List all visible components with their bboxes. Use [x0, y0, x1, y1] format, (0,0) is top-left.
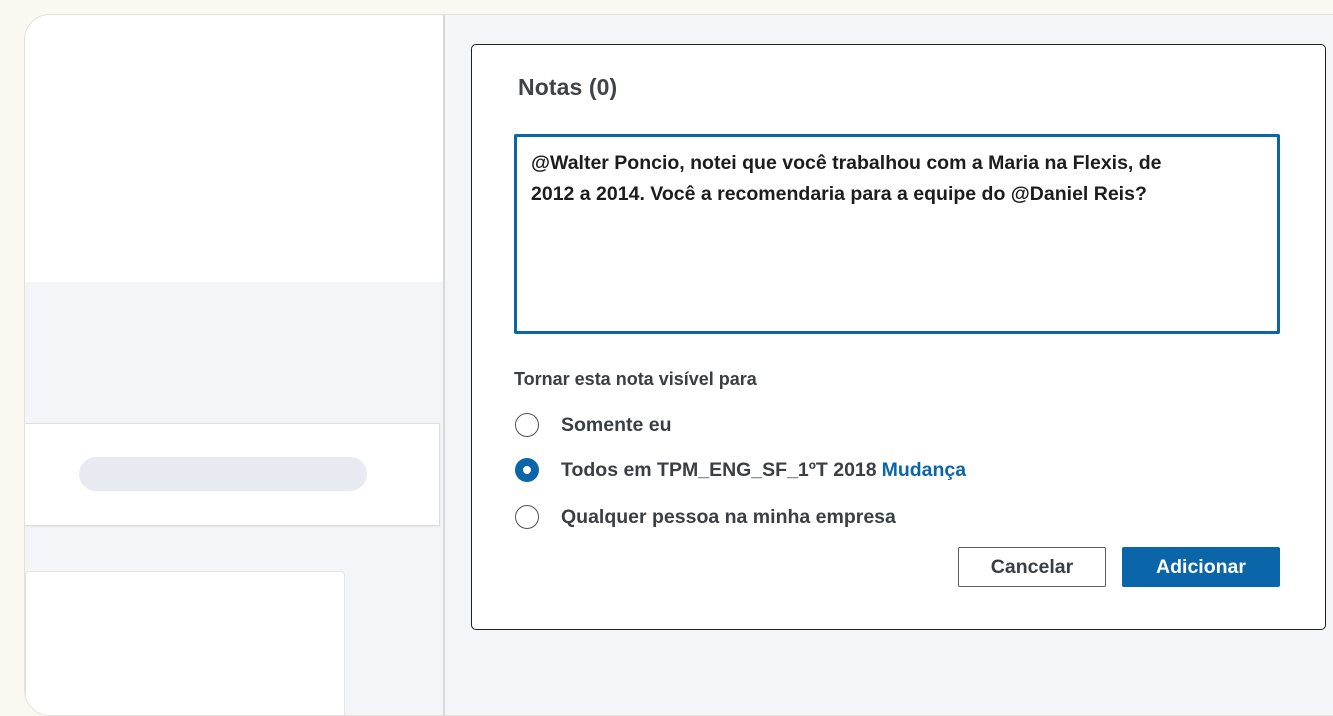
note-textarea[interactable]: @Walter Poncio, notei que você trabalhou… — [514, 134, 1280, 334]
note-text[interactable]: @Walter Poncio, notei que você trabalhou… — [531, 148, 1191, 210]
radio-checked-icon[interactable] — [515, 458, 539, 482]
change-team-link[interactable]: Mudança — [882, 459, 967, 482]
visibility-option-label: Somente eu — [561, 413, 672, 436]
left-pane — [25, 15, 443, 715]
placeholder-card — [25, 571, 345, 715]
loading-card — [25, 423, 440, 526]
visibility-option-team[interactable]: Todos em TPM_ENG_SF_1ºT 2018 Mudança — [515, 458, 966, 482]
loading-skeleton-bar — [79, 457, 367, 491]
add-button[interactable]: Adicionar — [1122, 547, 1280, 587]
visibility-option-only-me[interactable]: Somente eu — [515, 413, 672, 437]
visibility-option-company[interactable]: Qualquer pessoa na minha empresa — [515, 505, 896, 529]
cancel-button[interactable]: Cancelar — [958, 547, 1106, 587]
notes-dialog: Notas (0) @Walter Poncio, notei que você… — [471, 44, 1326, 630]
radio-unchecked-icon[interactable] — [515, 413, 539, 437]
visibility-option-label: Todos em TPM_ENG_SF_1ºT 2018 — [561, 458, 877, 481]
radio-unchecked-icon[interactable] — [515, 505, 539, 529]
dialog-title: Notas (0) — [518, 74, 618, 100]
visibility-label: Tornar esta nota visível para — [514, 369, 757, 389]
visibility-option-label: Qualquer pessoa na minha empresa — [561, 505, 896, 528]
